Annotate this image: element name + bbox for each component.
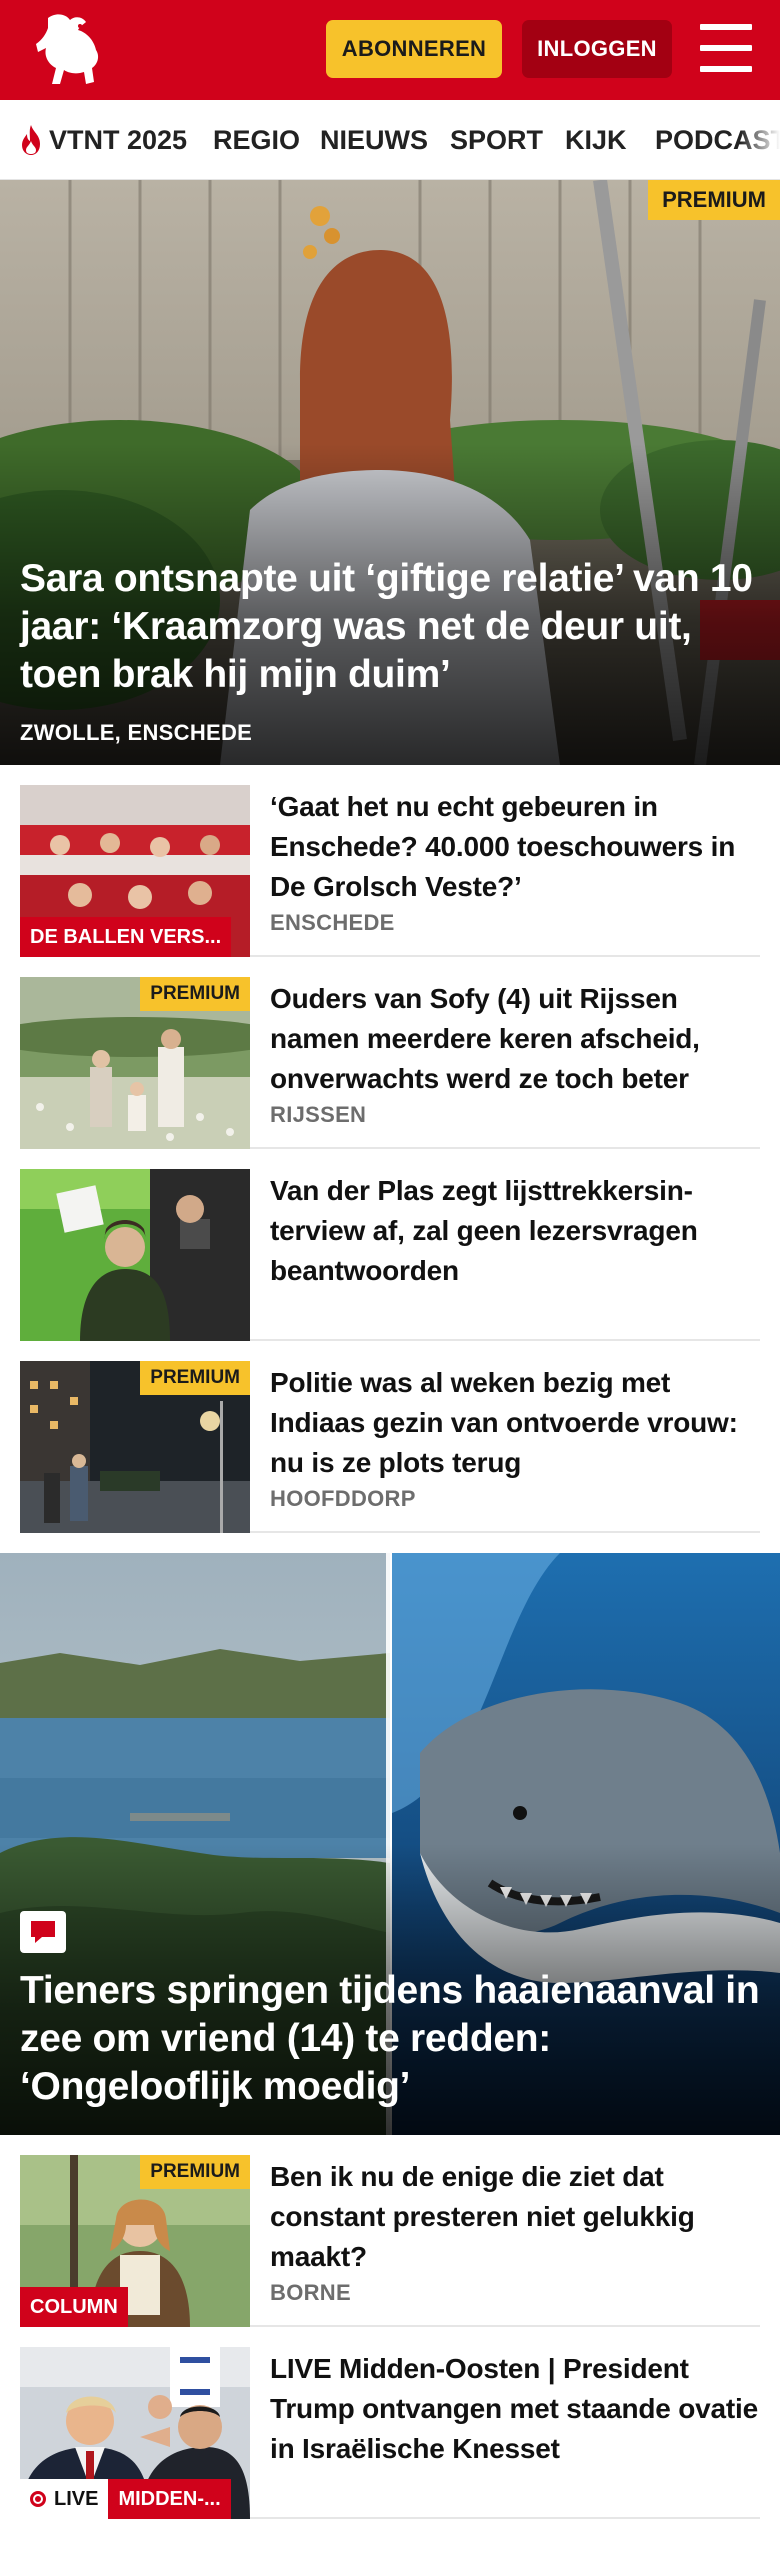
- article-item[interactable]: PREMIUM Ouders van Sofy (4) uit Rijssen …: [20, 977, 760, 1149]
- premium-badge: PREMIUM: [140, 1361, 250, 1395]
- flame-icon: [22, 125, 40, 155]
- premium-badge: PREMIUM: [648, 180, 780, 220]
- comment-icon: [20, 1911, 66, 1953]
- hero-headline[interactable]: Sara ontsnapte uit ‘giftige relatie’ van…: [20, 555, 760, 699]
- article-item[interactable]: Van der Plas zegt lijsttrekkersin­tervie…: [20, 1169, 760, 1341]
- article-location: ENSCHEDE: [270, 910, 395, 935]
- live-pill: LIVE: [20, 2479, 109, 2519]
- feature-article[interactable]: Tieners springen tijdens haaienaanval in…: [0, 1553, 780, 2135]
- feature-headline[interactable]: Tieners springen tijdens haaienaanval in…: [20, 1967, 760, 2111]
- article-headline[interactable]: LIVE Midden-Oosten | President Trump ont…: [270, 2349, 760, 2469]
- article-headline[interactable]: Van der Plas zegt lijsttrekkersin­tervie…: [270, 1171, 760, 1291]
- live-text: LIVE: [54, 2487, 99, 2510]
- article-headline[interactable]: Ouders van Sofy (4) uit Rijssen namen me…: [270, 979, 760, 1099]
- column-label: COLUMN: [20, 2287, 128, 2327]
- premium-badge: PREMIUM: [140, 2155, 250, 2189]
- article-location: HOOFDDORP: [270, 1486, 416, 1511]
- hamburger-menu-icon[interactable]: [700, 24, 752, 72]
- article-thumbnail: DE BALLEN VERS...: [20, 785, 250, 957]
- article-thumbnail: PREMIUM: [20, 977, 250, 1149]
- article-thumbnail: PREMIUM: [20, 1361, 250, 1533]
- tubantia-horse-logo[interactable]: [34, 10, 110, 90]
- article-headline[interactable]: Ben ik nu de enige die ziet dat constant…: [270, 2157, 760, 2277]
- subscribe-button[interactable]: ABONNEREN: [326, 20, 502, 78]
- nav-item-vtnt[interactable]: VTNT 2025: [16, 100, 188, 179]
- article-location: BORNE: [270, 2280, 351, 2305]
- live-label-group: LIVE MIDDEN-...: [20, 2479, 231, 2519]
- section-nav: VTNT 2025 REGIO NIEUWS SPORT KIJK PODCAS…: [0, 100, 780, 180]
- hero-location: ZWOLLE, ENSCHEDE: [20, 720, 253, 745]
- nav-item-regio[interactable]: REGIO: [213, 100, 300, 179]
- article-location: RIJSSEN: [270, 1102, 367, 1127]
- article-thumbnail: [20, 1169, 250, 1341]
- nav-scroll-fade: [740, 100, 780, 179]
- premium-badge: PREMIUM: [140, 977, 250, 1011]
- article-headline[interactable]: ‘Gaat het nu echt gebeuren in Enschede? …: [270, 787, 760, 907]
- article-item[interactable]: PREMIUM COLUMN Ben ik nu de enige die zi…: [20, 2155, 760, 2327]
- article-headline[interactable]: Politie was al weken bezig met Indiaas g…: [270, 1363, 760, 1483]
- article-thumbnail: PREMIUM COLUMN: [20, 2155, 250, 2327]
- series-label: DE BALLEN VERS...: [20, 917, 232, 957]
- nav-item-sport[interactable]: SPORT: [450, 100, 543, 179]
- article-thumbnail: LIVE MIDDEN-...: [20, 2347, 250, 2519]
- topic-label: MIDDEN-...: [108, 2479, 231, 2519]
- article-item[interactable]: DE BALLEN VERS... ‘Gaat het nu echt gebe…: [20, 785, 760, 957]
- article-item[interactable]: LIVE MIDDEN-... LIVE Midden-Oosten | Pre…: [20, 2347, 760, 2519]
- nav-item-nieuws[interactable]: NIEUWS: [320, 100, 428, 179]
- top-header: ABONNEREN INLOGGEN: [0, 0, 780, 100]
- hero-article[interactable]: PREMIUM Sara ontsnapte uit ‘giftige rela…: [0, 180, 780, 765]
- login-button[interactable]: INLOGGEN: [522, 20, 672, 78]
- article-item[interactable]: PREMIUM Politie was al weken bezig met I…: [20, 1361, 760, 1533]
- nav-label: VTNT 2025: [49, 124, 188, 155]
- nav-item-kijk[interactable]: KIJK: [565, 100, 627, 179]
- live-dot-icon: [30, 2491, 46, 2507]
